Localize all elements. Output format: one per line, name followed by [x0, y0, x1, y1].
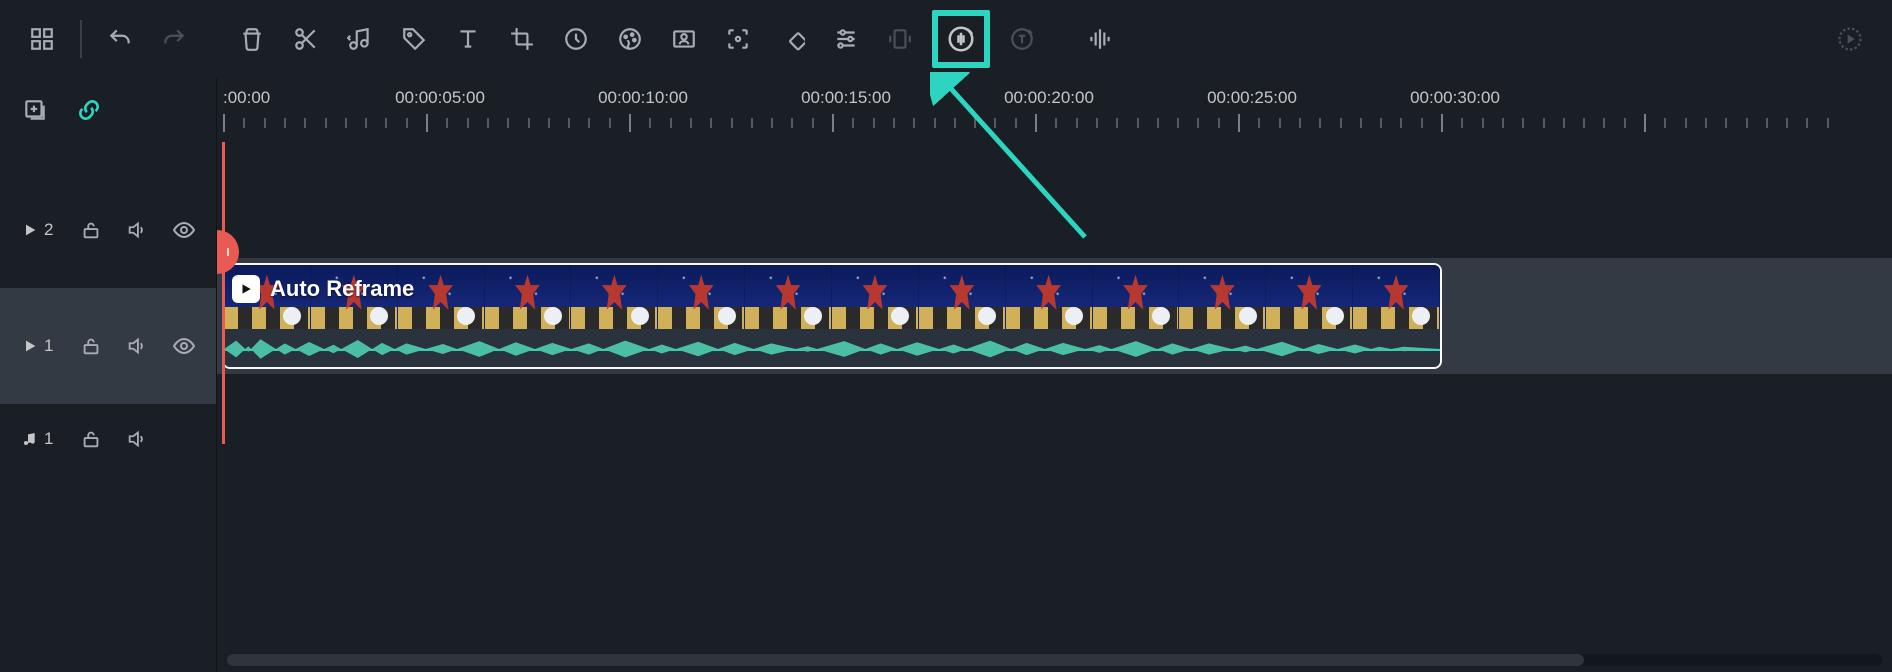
ruler-label: :00:00 — [223, 88, 270, 108]
smart-focus-icon[interactable] — [716, 17, 760, 61]
clip-label: Auto Reframe — [270, 276, 414, 302]
timeline: 2 1 — [0, 78, 1892, 672]
tag-icon[interactable] — [392, 17, 436, 61]
render-icon[interactable] — [1828, 17, 1872, 61]
delete-icon[interactable] — [230, 17, 274, 61]
audio-denoise-icon[interactable] — [946, 24, 976, 54]
ruler-label: 00:00:25:00 — [1207, 88, 1297, 108]
visibility-icon[interactable] — [172, 218, 196, 242]
track-label: 2 — [22, 220, 56, 240]
track-lane-video-1[interactable]: Auto Reframe — [217, 258, 1892, 374]
text-icon[interactable] — [446, 17, 490, 61]
track-header-panel: 2 1 — [0, 78, 217, 672]
clip-thumbnails: Auto Reframe — [224, 265, 1440, 329]
scrollbar-thumb[interactable] — [227, 654, 1584, 666]
redo-icon[interactable] — [152, 17, 196, 61]
toolbar — [0, 0, 1892, 78]
chroma-key-icon[interactable] — [662, 17, 706, 61]
track-label: 1 — [22, 429, 56, 449]
track-label: 1 — [22, 336, 56, 356]
speed-icon[interactable] — [554, 17, 598, 61]
lock-icon[interactable] — [80, 428, 102, 450]
lock-icon[interactable] — [80, 335, 102, 357]
track-lane-video-2[interactable] — [217, 142, 1892, 258]
video-clip[interactable]: Auto Reframe — [222, 263, 1442, 369]
track-header-video-1[interactable]: 1 — [0, 288, 216, 404]
time-ruler[interactable]: :00:00 00:00:05:00 00:00:10:00 00:00:15:00 0… — [217, 78, 1892, 142]
ruler-label: 00:00:05:00 — [395, 88, 485, 108]
playhead[interactable] — [222, 142, 225, 444]
keyframe-icon[interactable] — [770, 17, 814, 61]
add-track-icon[interactable] — [22, 97, 48, 123]
horizontal-scrollbar[interactable] — [227, 654, 1882, 666]
auto-reframe-icon[interactable] — [878, 17, 922, 61]
undo-icon[interactable] — [98, 17, 142, 61]
clip-waveform — [224, 329, 1440, 369]
mute-icon[interactable] — [126, 428, 148, 450]
color-icon[interactable] — [608, 17, 652, 61]
track-lane-audio-1[interactable] — [217, 374, 1892, 444]
text-to-speech-icon[interactable] — [1000, 17, 1044, 61]
play-icon — [232, 275, 260, 303]
ruler-label: 00:00:15:00 — [801, 88, 891, 108]
clip-badge: Auto Reframe — [232, 275, 414, 303]
highlighted-tool — [932, 10, 990, 68]
track-header-audio-1[interactable]: 1 — [0, 404, 216, 474]
adjust-icon[interactable] — [824, 17, 868, 61]
audio-visualizer-icon[interactable] — [1078, 17, 1122, 61]
mute-icon[interactable] — [126, 219, 148, 241]
lock-icon[interactable] — [80, 219, 102, 241]
split-icon[interactable] — [284, 17, 328, 61]
linked-selection-icon[interactable] — [76, 97, 102, 123]
ruler-label: 00:00:20:00 — [1004, 88, 1094, 108]
visibility-icon[interactable] — [172, 334, 196, 358]
detach-audio-icon[interactable] — [338, 17, 382, 61]
toolbar-divider — [80, 20, 82, 58]
mute-icon[interactable] — [126, 335, 148, 357]
ruler-label: 00:00:30:00 — [1410, 88, 1500, 108]
crop-icon[interactable] — [500, 17, 544, 61]
track-header-video-2[interactable]: 2 — [0, 172, 216, 288]
layout-grid-icon[interactable] — [20, 17, 64, 61]
timeline-content[interactable]: :00:00 00:00:05:00 00:00:10:00 00:00:15:00 0… — [217, 78, 1892, 672]
ruler-label: 00:00:10:00 — [598, 88, 688, 108]
